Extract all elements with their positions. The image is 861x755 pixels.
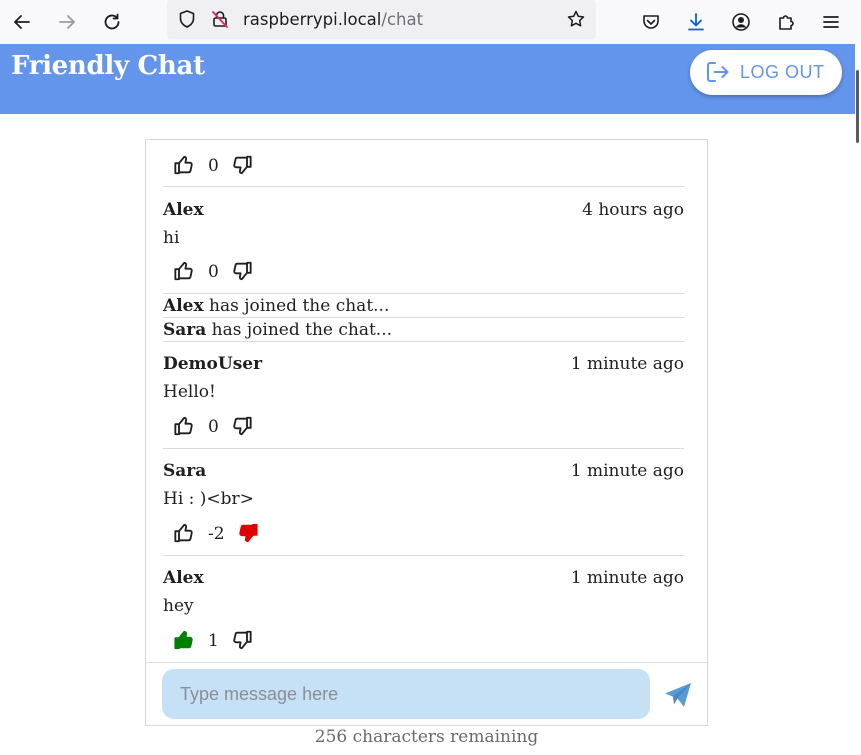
thumbs-up-icon[interactable] (173, 415, 196, 437)
chat-panel: 0 Alex 4 hours ago hi 0 Alex has joined … (145, 139, 708, 726)
reload-button[interactable] (97, 7, 127, 37)
thumbs-down-icon[interactable] (236, 522, 259, 544)
app-header: Friendly Chat LOG OUT (0, 44, 855, 114)
forward-button[interactable] (52, 7, 82, 37)
message-text: hi (163, 228, 180, 248)
arrow-right-icon (59, 15, 75, 29)
message-author: Alex (163, 568, 204, 588)
composer-divider (146, 662, 707, 663)
message-list[interactable]: 0 Alex 4 hours ago hi 0 Alex has joined … (146, 140, 707, 662)
page-title: Friendly Chat (11, 51, 205, 81)
scrollbar-thumb[interactable] (856, 70, 859, 143)
message-item: Alex 1 minute ago hey 1 (163, 568, 684, 658)
extensions-button[interactable] (771, 7, 801, 37)
thumbs-down-icon[interactable] (230, 415, 253, 437)
join-event-name: Sara (163, 320, 207, 340)
hamburger-menu-icon (823, 16, 839, 28)
vote-count: 0 (208, 262, 219, 282)
message-text: Hello! (163, 382, 216, 402)
message-time: 1 minute ago (570, 568, 684, 588)
message-divider (163, 293, 684, 294)
menu-button[interactable] (816, 7, 846, 37)
message-divider (163, 555, 684, 556)
join-event: Sara has joined the chat... (163, 320, 392, 340)
reload-icon (104, 13, 120, 30)
message-time: 1 minute ago (570, 461, 684, 481)
vote-count: 0 (208, 156, 219, 176)
back-button[interactable] (7, 7, 37, 37)
event-divider (163, 341, 684, 342)
message-item: 0 (163, 140, 684, 188)
puzzle-icon (779, 15, 794, 30)
url-bar[interactable]: raspberrypi.local/chat (167, 0, 596, 39)
thumbs-down-icon[interactable] (230, 154, 253, 176)
message-time: 4 hours ago (582, 200, 684, 220)
message-item: Sara 1 minute ago Hi : )<br> -2 (163, 461, 684, 551)
join-event-text: has joined the chat... (203, 296, 390, 316)
thumbs-up-icon[interactable] (173, 522, 196, 544)
message-author: DemoUser (163, 354, 263, 374)
message-item: DemoUser 1 minute ago Hello! 0 (163, 354, 684, 444)
message-text: Hi : )<br> (163, 489, 254, 509)
browser-toolbar: raspberrypi.local/chat (0, 0, 861, 44)
thumbs-up-icon[interactable] (173, 260, 196, 282)
message-text: hey (163, 596, 194, 616)
logout-icon (707, 62, 729, 82)
join-event: Alex has joined the chat... (163, 296, 389, 316)
account-button[interactable] (726, 7, 756, 37)
send-icon[interactable] (663, 681, 693, 709)
vote-count: 0 (208, 417, 219, 437)
logout-button[interactable]: LOG OUT (690, 50, 842, 95)
pocket-icon (643, 15, 659, 29)
message-item: Alex 4 hours ago hi 0 (163, 200, 684, 290)
insecure-lock-icon (212, 11, 228, 28)
bookmark-star-icon[interactable] (566, 9, 586, 29)
message-divider (163, 186, 684, 187)
arrow-left-icon (14, 15, 30, 29)
vote-count: -2 (208, 524, 225, 544)
message-divider (163, 448, 684, 449)
thumbs-down-icon[interactable] (230, 629, 253, 651)
vote-count: 1 (208, 631, 219, 651)
url-path: /chat (381, 10, 424, 29)
message-time: 1 minute ago (570, 354, 684, 374)
url-text: raspberrypi.local/chat (243, 10, 423, 29)
logout-label: LOG OUT (740, 62, 825, 82)
event-divider (163, 317, 684, 318)
shield-icon (179, 10, 195, 28)
thumbs-up-icon[interactable] (173, 629, 196, 651)
message-author: Alex (163, 200, 204, 220)
join-event-name: Alex (163, 296, 204, 316)
download-icon (688, 13, 704, 31)
account-icon (732, 13, 750, 31)
characters-remaining: 256 characters remaining (314, 727, 539, 747)
thumbs-up-icon[interactable] (173, 154, 196, 176)
pocket-button[interactable] (636, 7, 666, 37)
join-event-text: has joined the chat... (206, 320, 393, 340)
thumbs-down-icon[interactable] (230, 260, 253, 282)
downloads-button[interactable] (681, 7, 711, 37)
url-host: raspberrypi.local (243, 10, 382, 29)
message-author: Sara (163, 461, 207, 481)
message-input[interactable] (162, 669, 650, 719)
page-scrollbar[interactable] (855, 44, 861, 755)
